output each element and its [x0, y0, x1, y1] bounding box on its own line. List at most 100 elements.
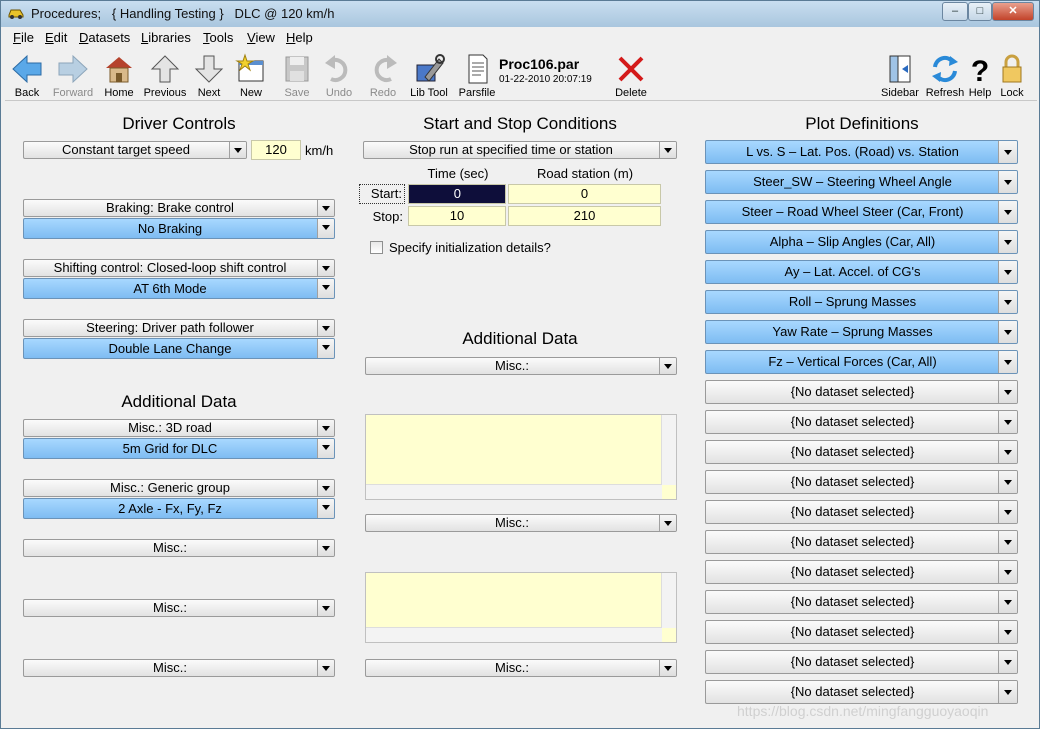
chevron-down-icon — [998, 231, 1017, 253]
braking-dataset-dropdown[interactable]: No Braking — [23, 218, 335, 239]
maximize-button[interactable]: □ — [968, 2, 992, 21]
plot-definition-dropdown[interactable]: {No dataset selected} — [705, 590, 1018, 614]
menu-file[interactable]: File — [13, 30, 34, 45]
redo-button[interactable]: Redo — [361, 51, 405, 99]
new-button[interactable]: New — [229, 51, 273, 99]
speed-unit-label: km/h — [305, 143, 334, 158]
undo-button[interactable]: Undo — [317, 51, 361, 99]
misc-dropdown-2[interactable]: Misc.: — [23, 599, 335, 617]
parsfile-button[interactable]: Parsfile — [455, 51, 499, 99]
plot-definition-dropdown[interactable]: {No dataset selected} — [705, 380, 1018, 404]
steering-category-dropdown[interactable]: Steering: Driver path follower — [23, 319, 335, 337]
plot-definition-dropdown[interactable]: {No dataset selected} — [705, 470, 1018, 494]
shifting-category-label: Shifting control: Closed-loop shift cont… — [53, 260, 287, 275]
braking-dataset-value: No Braking — [137, 221, 203, 236]
left-additional-data-title: Additional Data — [121, 392, 237, 411]
title-bar: Procedures; { Handling Testing } DLC @ 1… — [1, 1, 1039, 27]
menu-datasets[interactable]: Datasets — [79, 30, 130, 45]
procedures-window: Procedures; { Handling Testing } DLC @ 1… — [0, 0, 1040, 729]
init-details-checkbox[interactable] — [370, 241, 383, 254]
back-button[interactable]: Back — [5, 51, 49, 99]
plot-definition-label: Fz – Vertical Forces (Car, All) — [768, 354, 937, 369]
misc-label-2: Misc.: — [153, 600, 187, 615]
misc-dropdown-middle-bottom[interactable]: Misc.: — [365, 659, 677, 677]
vertical-scrollbar[interactable] — [661, 415, 676, 485]
stop-station-field[interactable]: 210 — [508, 206, 661, 226]
delete-button[interactable]: Delete — [609, 51, 653, 99]
plot-definition-dropdown[interactable]: Yaw Rate – Sprung Masses — [705, 320, 1018, 344]
stop-mode-dropdown[interactable]: Stop run at specified time or station — [363, 141, 677, 159]
menu-tools[interactable]: Tools — [203, 30, 233, 45]
redo-icon — [374, 55, 397, 82]
forward-button[interactable]: Forward — [51, 51, 95, 99]
menu-libraries[interactable]: Libraries — [141, 30, 191, 45]
sidebar-button[interactable]: Sidebar — [878, 51, 922, 99]
chevron-down-icon — [317, 439, 334, 458]
speed-mode-dropdown[interactable]: Constant target speed — [23, 141, 247, 159]
misc-text-area-2[interactable] — [365, 572, 677, 643]
misc-generic-group-dataset-dropdown[interactable]: 2 Axle - Fx, Fy, Fz — [23, 498, 335, 519]
plot-definition-dropdown[interactable]: {No dataset selected} — [705, 680, 1018, 704]
plot-definition-dropdown[interactable]: L vs. S – Lat. Pos. (Road) vs. Station — [705, 140, 1018, 164]
horizontal-scrollbar[interactable] — [366, 627, 662, 642]
time-column-header: Time (sec) — [427, 166, 489, 181]
sidebar-icon — [889, 55, 911, 83]
misc-generic-group-dataset-value: 2 Axle - Fx, Fy, Fz — [118, 501, 222, 516]
misc-generic-group-dropdown[interactable]: Misc.: Generic group — [23, 479, 335, 497]
misc-3d-road-dataset-dropdown[interactable]: 5m Grid for DLC — [23, 438, 335, 459]
menu-edit[interactable]: Edit — [45, 30, 67, 45]
plot-definition-dropdown[interactable]: Roll – Sprung Masses — [705, 290, 1018, 314]
plot-definition-dropdown[interactable]: Ay – Lat. Accel. of CG's — [705, 260, 1018, 284]
plot-definition-dropdown[interactable]: {No dataset selected} — [705, 650, 1018, 674]
menu-view[interactable]: View — [247, 30, 275, 45]
target-speed-field[interactable]: 120 — [251, 140, 301, 160]
home-button[interactable]: Home — [97, 51, 141, 99]
lib-tool-button[interactable]: Lib Tool — [407, 51, 451, 99]
lock-button[interactable]: Lock — [990, 51, 1034, 99]
chevron-down-icon — [659, 142, 676, 158]
chevron-down-icon — [998, 171, 1017, 193]
plot-definition-dropdown[interactable]: Steer_SW – Steering Wheel Angle — [705, 170, 1018, 194]
stop-time-field[interactable]: 10 — [408, 206, 506, 226]
menu-help[interactable]: Help — [286, 30, 313, 45]
horizontal-scrollbar[interactable] — [366, 484, 662, 499]
plot-definition-dropdown[interactable]: {No dataset selected} — [705, 440, 1018, 464]
chevron-down-icon — [998, 471, 1017, 493]
plot-definition-dropdown[interactable]: {No dataset selected} — [705, 530, 1018, 554]
chevron-down-icon — [998, 201, 1017, 223]
plot-definition-dropdown[interactable]: Alpha – Slip Angles (Car, All) — [705, 230, 1018, 254]
misc-text-area-1[interactable] — [365, 414, 677, 500]
station-column-header: Road station (m) — [536, 166, 634, 181]
window-title: Procedures; { Handling Testing } DLC @ 1… — [31, 6, 335, 21]
chevron-down-icon — [998, 381, 1017, 403]
shifting-dataset-value: AT 6th Mode — [133, 281, 207, 296]
chevron-down-icon — [317, 480, 334, 496]
misc-dropdown-middle-top[interactable]: Misc.: — [365, 357, 677, 375]
misc-dropdown-1[interactable]: Misc.: — [23, 539, 335, 557]
shifting-dataset-dropdown[interactable]: AT 6th Mode — [23, 278, 335, 299]
chevron-down-icon — [317, 200, 334, 216]
misc-dropdown-3[interactable]: Misc.: — [23, 659, 335, 677]
plot-definition-dropdown[interactable]: {No dataset selected} — [705, 500, 1018, 524]
misc-label-middle-mid: Misc.: — [495, 515, 529, 530]
shifting-category-dropdown[interactable]: Shifting control: Closed-loop shift cont… — [23, 259, 335, 277]
misc-label-3: Misc.: — [153, 660, 187, 675]
chevron-down-icon — [317, 339, 334, 358]
plot-definition-dropdown[interactable]: {No dataset selected} — [705, 560, 1018, 584]
braking-category-dropdown[interactable]: Braking: Brake control — [23, 199, 335, 217]
misc-dropdown-middle-mid[interactable]: Misc.: — [365, 514, 677, 532]
down-arrow-icon — [194, 55, 224, 83]
misc-3d-road-dropdown[interactable]: Misc.: 3D road — [23, 419, 335, 437]
previous-button[interactable]: Previous — [143, 51, 187, 99]
plot-definition-dropdown[interactable]: Steer – Road Wheel Steer (Car, Front) — [705, 200, 1018, 224]
start-station-field[interactable]: 0 — [508, 184, 661, 204]
minimize-button[interactable]: – — [942, 2, 968, 21]
start-time-field[interactable]: 0 — [408, 184, 506, 204]
plot-definition-dropdown[interactable]: Fz – Vertical Forces (Car, All) — [705, 350, 1018, 374]
steering-dataset-dropdown[interactable]: Double Lane Change — [23, 338, 335, 359]
vertical-scrollbar[interactable] — [661, 573, 676, 628]
close-button[interactable]: ✕ — [992, 2, 1034, 21]
plot-definition-dropdown[interactable]: {No dataset selected} — [705, 410, 1018, 434]
plot-definition-dropdown[interactable]: {No dataset selected} — [705, 620, 1018, 644]
plot-definitions-title: Plot Definitions — [805, 114, 919, 133]
